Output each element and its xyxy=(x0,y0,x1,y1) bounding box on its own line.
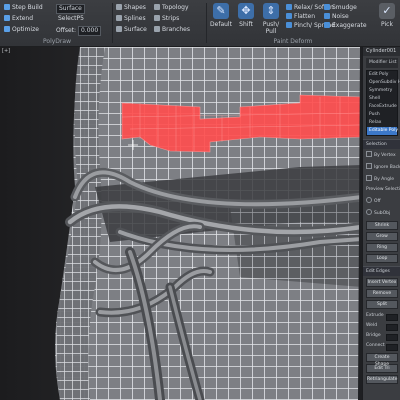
stack-item[interactable]: Symmetry xyxy=(367,87,397,95)
stack-item-selected[interactable]: Editable Poly xyxy=(367,127,398,135)
weld-settings[interactable] xyxy=(386,323,398,331)
grow-button[interactable]: Grow xyxy=(366,232,398,241)
shift-icon: ✥ xyxy=(238,3,254,19)
relax-icon xyxy=(286,4,292,10)
create-shape-button[interactable]: Create Shape xyxy=(366,353,398,367)
modifier-stack: Edit Poly OpenSubdiv HPS Symmetry Shell … xyxy=(366,70,400,136)
viewport-canvas[interactable] xyxy=(0,47,362,400)
connect-settings[interactable] xyxy=(386,343,398,351)
preview-selection-label: Preview Selection xyxy=(366,187,400,192)
by-vertex-checkbox[interactable]: By Vertex xyxy=(363,149,400,161)
offset-field[interactable]: Offset: 0.000 xyxy=(56,26,102,36)
stack-item[interactable]: Edit Poly xyxy=(367,71,397,79)
polydraw-title: PolyDraw xyxy=(43,38,71,45)
step-build-button[interactable]: Step Build xyxy=(4,4,43,12)
object-name-field[interactable]: Cylinder001 xyxy=(363,47,400,56)
stack-item[interactable]: OpenSubdiv HPS xyxy=(367,79,400,87)
push-pull-icon: ⇕ xyxy=(263,3,279,19)
ribbon-divider xyxy=(112,3,113,43)
branches-button[interactable]: Branches xyxy=(154,26,190,34)
strips-icon xyxy=(154,15,160,21)
exaggerate-button[interactable]: Exaggerate xyxy=(324,22,367,30)
pick-icon: ✓ xyxy=(379,3,395,19)
surface-icon xyxy=(116,26,122,32)
flatten-button[interactable]: Flatten xyxy=(286,13,315,21)
shapes-icon xyxy=(116,4,122,10)
remove-button[interactable]: Remove xyxy=(366,289,398,298)
smudge-icon xyxy=(324,4,330,10)
strips-button[interactable]: Strips xyxy=(154,15,179,23)
topology-icon xyxy=(154,4,160,10)
draw-on-dropdown[interactable]: Surface xyxy=(56,4,85,14)
viewport-menu-label[interactable]: [+] xyxy=(2,48,10,54)
edit-edges-rollout-header[interactable]: Edit Edges xyxy=(363,266,400,276)
stack-item[interactable]: Push xyxy=(367,111,397,119)
selection-rollout-header[interactable]: Selection xyxy=(363,139,400,149)
command-panel: Cylinder001 Modifier List Edit Poly Open… xyxy=(362,47,400,400)
preview-off-radio[interactable]: Off xyxy=(363,195,400,207)
shapes-button[interactable]: Shapes xyxy=(116,4,146,12)
by-angle-checkbox[interactable]: By Angle xyxy=(363,173,400,185)
bridge-row[interactable]: Bridge xyxy=(363,331,400,341)
ribbon-divider xyxy=(206,3,207,43)
polydraw-group: Step Build Extend Optimize Surface Selec… xyxy=(2,0,112,46)
flatten-icon xyxy=(286,13,292,19)
smudge-button[interactable]: Smudge xyxy=(324,4,357,12)
step-build-icon xyxy=(4,4,10,10)
extend-icon xyxy=(4,15,10,21)
minpx-field[interactable]: SelectP5 xyxy=(58,15,84,23)
splines-icon xyxy=(116,15,122,21)
preview-subobj-radio[interactable]: SubObj xyxy=(363,207,400,219)
exaggerate-icon xyxy=(324,22,330,28)
modifier-list-dropdown[interactable]: Modifier List xyxy=(366,58,398,68)
ribbon-toolbar: Step Build Extend Optimize Surface Selec… xyxy=(0,0,400,47)
stack-item[interactable]: Shell xyxy=(367,95,397,103)
noise-button[interactable]: Noise xyxy=(324,13,349,21)
paint-deform-title: Paint Deform xyxy=(273,38,313,45)
perspective-viewport[interactable]: [+] xyxy=(0,47,362,400)
stack-item[interactable]: FaceExtrude xyxy=(367,103,397,111)
bridge-settings[interactable] xyxy=(386,333,398,341)
connect-row[interactable]: Connect xyxy=(363,341,400,351)
shift-button[interactable]: ✥ Shift xyxy=(235,3,257,33)
paint-deform-group: ✎ Default ✥ Shift ⇕ Push/ Pull Relax/ Softe… xyxy=(208,0,378,46)
pinch-icon xyxy=(286,22,292,28)
freeform-group: Shapes Splines Surface Topology Strips B… xyxy=(114,0,204,46)
loop-button[interactable]: Loop xyxy=(366,254,398,263)
push-pull-button[interactable]: ⇕ Push/ Pull xyxy=(260,3,282,35)
ignore-backfacing-checkbox[interactable]: Ignore Backfacing xyxy=(363,161,400,173)
split-button[interactable]: Split xyxy=(366,300,398,309)
extrude-row[interactable]: Extrude xyxy=(363,311,400,321)
brush-icon: ✎ xyxy=(213,3,229,19)
weld-row[interactable]: Weld xyxy=(363,321,400,331)
extrude-settings[interactable] xyxy=(386,313,398,321)
pick-button[interactable]: ✓ Pick xyxy=(376,3,398,33)
topology-button[interactable]: Topology xyxy=(154,4,189,12)
optimize-icon xyxy=(4,26,10,32)
noise-icon xyxy=(324,13,330,19)
edit-tri-button[interactable]: Edit Tri xyxy=(366,364,398,373)
default-button[interactable]: ✎ Default xyxy=(210,3,232,33)
splines-button[interactable]: Splines xyxy=(116,15,146,23)
insert-vertex-button[interactable]: Insert Vertex xyxy=(366,278,398,287)
shrink-button[interactable]: Shrink xyxy=(366,221,398,230)
ring-button[interactable]: Ring xyxy=(366,243,398,252)
branches-icon xyxy=(154,26,160,32)
extend-button[interactable]: Extend xyxy=(4,15,33,23)
retriangulate-button[interactable]: Retriangulate xyxy=(366,375,398,384)
surface-button[interactable]: Surface xyxy=(116,26,147,34)
stack-item[interactable]: Relax xyxy=(367,119,397,127)
optimize-button[interactable]: Optimize xyxy=(4,26,39,34)
